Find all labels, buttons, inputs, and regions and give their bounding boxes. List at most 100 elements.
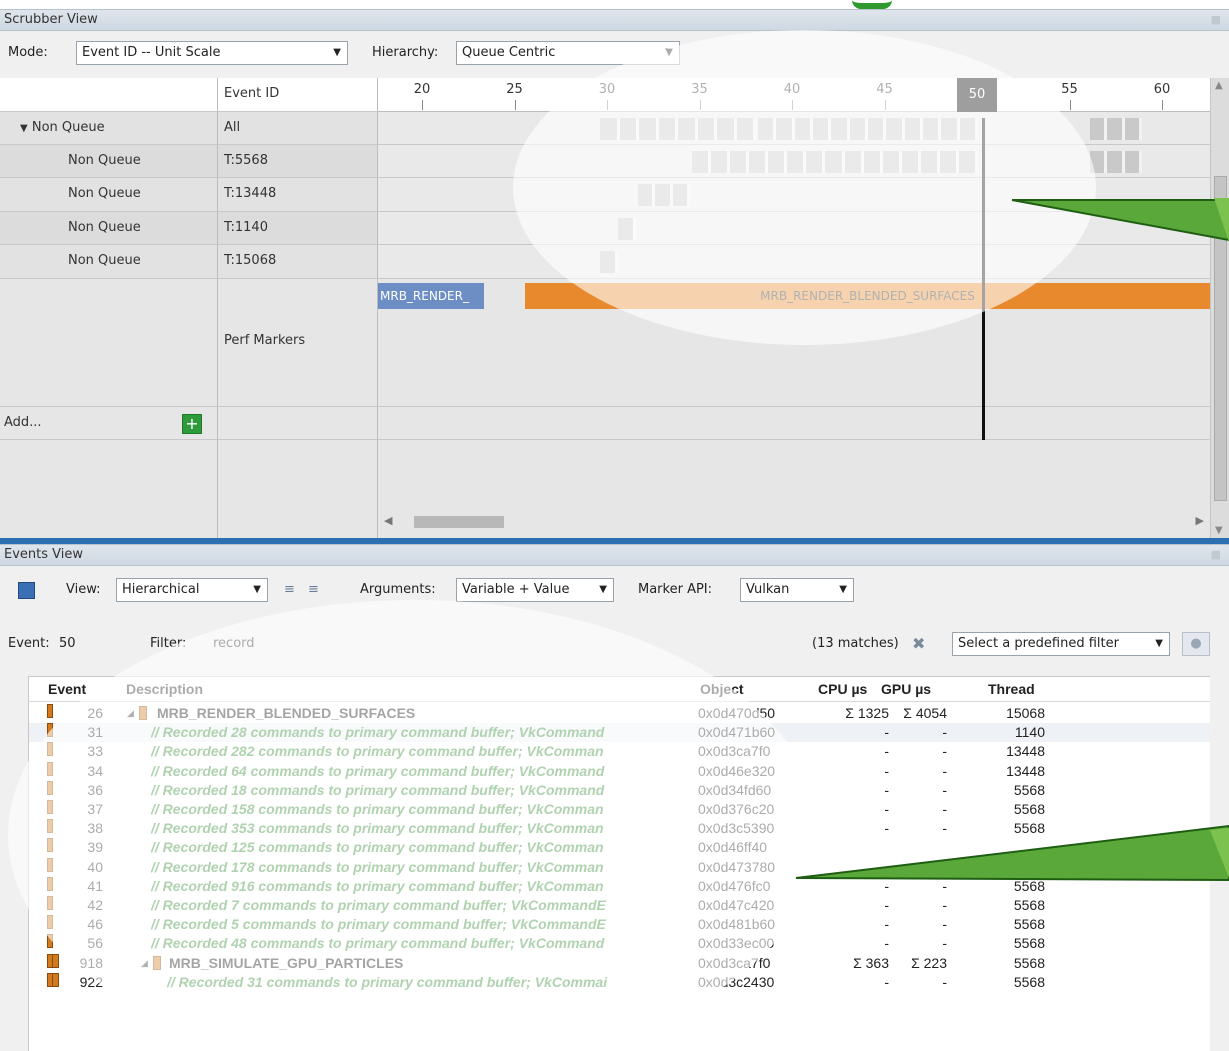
event-block[interactable]: [658, 118, 678, 140]
table-row[interactable]: 56 // Recorded 48 commands to primary com…: [29, 934, 1210, 953]
filter-input[interactable]: record: [206, 631, 806, 657]
pin-icon[interactable]: ■: [1211, 545, 1221, 565]
event-block[interactable]: [825, 151, 845, 173]
scroll-down-icon[interactable]: ▼: [1215, 525, 1223, 536]
collapse-triangle-icon[interactable]: ◢: [141, 954, 148, 973]
view-select[interactable]: Hierarchical ▼: [116, 578, 268, 602]
column-header-event[interactable]: Event: [48, 677, 86, 701]
scroll-right-icon[interactable]: ▶: [1196, 514, 1204, 527]
vertical-scrollbar[interactable]: ▲ ▼: [1210, 78, 1229, 538]
event-block[interactable]: [831, 118, 850, 140]
event-block[interactable]: [717, 118, 737, 140]
event-block[interactable]: [749, 151, 769, 173]
table-row[interactable]: 41 // Recorded 916 commands to primary co…: [29, 876, 1210, 896]
event-block[interactable]: [1124, 151, 1142, 173]
scrubber-row[interactable]: ▼ Non Queue All: [0, 112, 1210, 145]
perf-marker-bar[interactable]: MRB_RENDER_: [378, 283, 484, 309]
table-row[interactable]: 38 // Recorded 353 commands to primary co…: [29, 819, 1210, 838]
event-block[interactable]: [939, 151, 959, 173]
timeline-ruler[interactable]: 20 25 30 35 40 45 50 55 60: [378, 78, 1210, 112]
collapse-all-icon[interactable]: ≡: [308, 578, 319, 602]
event-block[interactable]: [768, 151, 788, 173]
event-block[interactable]: [863, 151, 883, 173]
event-block[interactable]: [941, 118, 960, 140]
event-block[interactable]: [886, 118, 905, 140]
event-block[interactable]: [787, 151, 807, 173]
table-row[interactable]: 918 MRB_SIMULATE_GPU_PARTICLES 0x0d3ca7f0 Σ…: [29, 953, 1210, 973]
event-block[interactable]: [849, 118, 868, 140]
table-row[interactable]: 37 // Recorded 158 commands to primary co…: [29, 800, 1210, 819]
event-block[interactable]: [844, 151, 864, 173]
table-row[interactable]: 922 // Recorded 31 commands to primary co…: [29, 972, 1210, 992]
event-block[interactable]: [600, 118, 620, 140]
event-block[interactable]: [868, 118, 887, 140]
column-header-object[interactable]: Object: [700, 677, 744, 701]
scrubber-row[interactable]: Non Queue T:1140: [0, 212, 1210, 245]
marker-api-select[interactable]: Vulkan ▼: [740, 578, 854, 602]
table-row[interactable]: 46 // Recorded 5 commands to primary comm…: [29, 915, 1210, 934]
expand-all-icon[interactable]: ≡: [284, 578, 295, 602]
predefined-filter-select[interactable]: Select a predefined filter ▼: [952, 632, 1170, 656]
event-block[interactable]: [638, 184, 656, 206]
table-row[interactable]: 42 // Recorded 7 commands to primary comm…: [29, 896, 1210, 915]
event-block[interactable]: [904, 118, 923, 140]
event-block[interactable]: [758, 118, 777, 140]
event-block[interactable]: [1090, 151, 1108, 173]
column-header-cpu[interactable]: CPU µs: [818, 677, 867, 701]
event-block[interactable]: [923, 118, 942, 140]
event-block[interactable]: [1107, 118, 1125, 140]
event-block[interactable]: [692, 151, 712, 173]
perf-marker-bar[interactable]: MRB_RENDER_BLENDED_SURFACES: [525, 283, 1210, 309]
event-block[interactable]: [1107, 151, 1125, 173]
table-row[interactable]: 34 // Recorded 64 commands to primary com…: [29, 761, 1210, 781]
event-block[interactable]: [711, 151, 731, 173]
pin-icon[interactable]: ■: [1211, 10, 1221, 30]
save-icon[interactable]: [18, 582, 35, 599]
expand-arrow-icon[interactable]: ▼: [20, 123, 28, 134]
event-block[interactable]: [806, 151, 826, 173]
column-header-thread[interactable]: Thread: [988, 677, 1035, 701]
scroll-thumb[interactable]: [414, 516, 504, 528]
collapse-triangle-icon[interactable]: ◢: [127, 704, 134, 723]
ruler-tick-current[interactable]: 50: [957, 78, 997, 112]
scrubber-row[interactable]: Non Queue T:15068: [0, 245, 1210, 279]
event-block[interactable]: [959, 118, 978, 140]
save-filter-icon[interactable]: ●: [1182, 632, 1210, 656]
table-row[interactable]: 33 // Recorded 282 commands to primary co…: [29, 742, 1210, 761]
event-block[interactable]: [794, 118, 813, 140]
event-block[interactable]: [920, 151, 940, 173]
event-block[interactable]: [1090, 118, 1108, 140]
table-row[interactable]: 39 // Recorded 125 commands to primary co…: [29, 838, 1210, 857]
clear-filter-icon[interactable]: ✖: [912, 632, 925, 656]
column-header-gpu[interactable]: GPU µs: [881, 677, 931, 701]
scroll-left-icon[interactable]: ◀: [384, 514, 392, 527]
event-block[interactable]: [697, 118, 717, 140]
arguments-select[interactable]: Variable + Value ▼: [456, 578, 614, 602]
horizontal-scrollbar[interactable]: ◀ ▶: [378, 508, 1210, 536]
event-input[interactable]: 50: [52, 631, 136, 657]
event-block[interactable]: [618, 218, 636, 240]
event-block[interactable]: [776, 118, 795, 140]
scroll-up-icon[interactable]: ▲: [1215, 80, 1223, 91]
scroll-thumb[interactable]: [1214, 176, 1227, 501]
event-block[interactable]: [901, 151, 921, 173]
event-block[interactable]: [672, 184, 690, 206]
add-button[interactable]: +: [182, 414, 202, 434]
scrubber-row[interactable]: Non Queue T:13448: [0, 178, 1210, 212]
event-block[interactable]: [958, 151, 978, 173]
event-block[interactable]: [600, 251, 618, 273]
event-block[interactable]: [655, 184, 673, 206]
event-block[interactable]: [730, 151, 750, 173]
table-row[interactable]: 40 // Recorded 178 commands to primary co…: [29, 857, 1210, 877]
event-block[interactable]: [639, 118, 659, 140]
event-block[interactable]: [1124, 118, 1142, 140]
current-event-line[interactable]: [982, 118, 985, 440]
event-block[interactable]: [882, 151, 902, 173]
hierarchy-select[interactable]: Queue Centric ▼: [456, 41, 680, 65]
event-block[interactable]: [736, 118, 756, 140]
scrubber-row[interactable]: Non Queue T:5568: [0, 145, 1210, 178]
mode-select[interactable]: Event ID -- Unit Scale ▼: [76, 41, 348, 65]
table-row[interactable]: 36 // Recorded 18 commands to primary com…: [29, 780, 1210, 800]
table-row[interactable]: 26 MRB_RENDER_BLENDED_SURFACES 0x0d470d50 Σ…: [29, 704, 1210, 723]
event-block[interactable]: [678, 118, 698, 140]
